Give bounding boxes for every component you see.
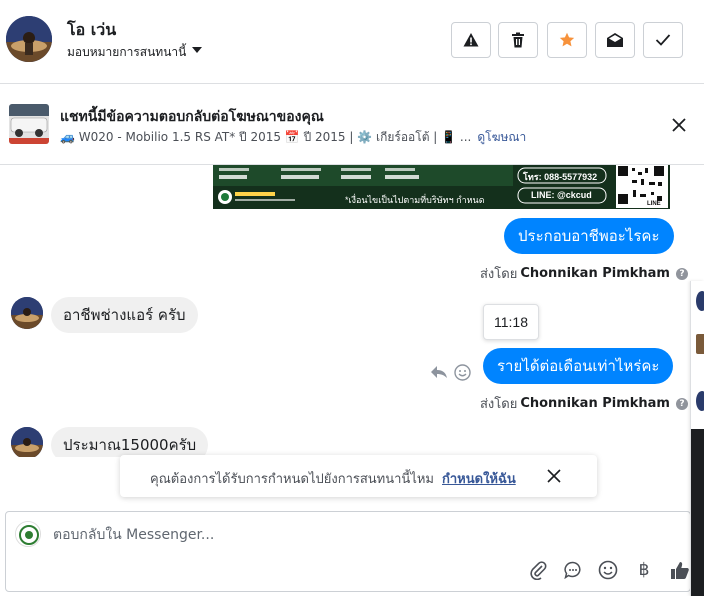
- mark-unread-button[interactable]: [595, 22, 635, 58]
- attach-button[interactable]: [526, 558, 550, 582]
- envelope-open-icon: [607, 33, 623, 47]
- help-icon[interactable]: ?: [675, 267, 688, 280]
- assign-to-me-link[interactable]: กำหนดให้ฉัน: [442, 472, 516, 487]
- paperclip-icon: [530, 561, 547, 580]
- message-thread: โทร: 088-5577932 LINE: @ckcud *เงื่อนไขเ…: [0, 165, 690, 457]
- sent-by-label: ส่งโดย Chonnikan Pimkham ?: [480, 393, 688, 414]
- ad-banner-meta: 🚙 W020 - Mobilio 1.5 RS AT* ปี 2015 📅 ปี…: [60, 128, 526, 147]
- star-icon: [559, 32, 575, 47]
- page-avatar: [15, 521, 41, 547]
- assign-notice: คุณต้องการได้รับการกำหนดไปยังการสนทนานี้…: [120, 455, 597, 497]
- chevron-down-icon: [192, 46, 203, 53]
- emoji-icon: [598, 560, 618, 580]
- messenger-conversation-view: โอ เว่น มอบหมายการสนทนานี้ แชทนี้มีข้อคว…: [0, 0, 704, 596]
- assign-dropdown[interactable]: มอบหมายการสนทนานี้: [67, 43, 203, 62]
- mark-done-button[interactable]: [643, 22, 683, 58]
- side-avatar[interactable]: [696, 391, 704, 411]
- view-ad-link[interactable]: ดูโฆษณา: [477, 130, 526, 144]
- assign-notice-text: คุณต้องการได้รับการกำหนดไปยังการสนทนานี้…: [150, 472, 434, 487]
- emoji-button[interactable]: [596, 558, 620, 582]
- close-icon[interactable]: [546, 468, 562, 484]
- contact-avatar[interactable]: [11, 427, 43, 457]
- reply-icon[interactable]: [430, 364, 448, 380]
- outgoing-message[interactable]: รายได้ต่อเดือนเท่าไหร่คะ: [483, 348, 674, 384]
- promo-phone: โทร: 088-5577932: [523, 172, 598, 182]
- incoming-message[interactable]: อาชีพช่างแอร์ ครับ: [51, 297, 198, 333]
- ad-reply-banner: แชทนี้มีข้อความตอบกลับต่อโฆษณาของคุณ 🚙 W…: [0, 85, 704, 165]
- close-icon[interactable]: [669, 115, 689, 135]
- side-thumbnail[interactable]: [696, 334, 704, 354]
- side-avatar[interactable]: [696, 291, 704, 311]
- assign-label: มอบหมายการสนทนานี้: [67, 45, 187, 59]
- promo-image[interactable]: โทร: 088-5577932 LINE: @ckcud *เงื่อนไขเ…: [213, 165, 670, 209]
- delete-button[interactable]: [498, 22, 538, 58]
- baht-icon: ฿: [638, 560, 650, 579]
- thumbs-up-icon: [671, 562, 689, 579]
- star-button[interactable]: [547, 22, 587, 58]
- saved-reply-icon: [564, 561, 581, 579]
- check-icon: [655, 34, 671, 46]
- promo-caption: *เงื่อนไขเป็นไปตามที่บริษัทฯ กำหนด: [345, 195, 485, 205]
- contact-avatar[interactable]: [11, 297, 43, 329]
- timestamp-tooltip: 11:18: [483, 304, 539, 340]
- sender-name[interactable]: Chonnikan Pimkham: [520, 266, 670, 281]
- side-panel: [690, 281, 704, 596]
- promo-line: LINE: @ckcud: [531, 190, 592, 200]
- saved-replies-button[interactable]: [561, 558, 585, 582]
- warning-icon: [463, 33, 479, 47]
- sent-by-label: ส่งโดย Chonnikan Pimkham ?: [480, 263, 688, 284]
- contact-name: โอ เว่น: [67, 20, 117, 39]
- avatar[interactable]: [6, 16, 52, 62]
- sender-name[interactable]: Chonnikan Pimkham: [520, 396, 670, 411]
- mark-spam-button[interactable]: [451, 22, 491, 58]
- reply-composer: ฿: [5, 511, 691, 592]
- incoming-message[interactable]: ประมาณ15000ครับ: [51, 427, 209, 457]
- help-icon[interactable]: ?: [675, 397, 688, 410]
- promo-qr-label: LINE: [647, 201, 661, 207]
- ad-banner-title: แชทนี้มีข้อความตอบกลับต่อโฆษณาของคุณ: [60, 109, 324, 125]
- react-emoji-icon[interactable]: [454, 364, 471, 381]
- conversation-header: โอ เว่น มอบหมายการสนทนานี้: [0, 0, 704, 84]
- trash-icon: [512, 32, 524, 48]
- reply-input[interactable]: [53, 524, 653, 546]
- payment-button[interactable]: ฿: [632, 558, 656, 582]
- ad-description: 🚙 W020 - Mobilio 1.5 RS AT* ปี 2015 📅 ปี…: [60, 130, 472, 144]
- outgoing-message[interactable]: ประกอบอาชีพอะไรคะ: [504, 218, 674, 254]
- ad-thumbnail: [9, 104, 49, 144]
- side-panel-dark-section: [691, 429, 704, 596]
- thumbs-up-button[interactable]: [668, 558, 692, 582]
